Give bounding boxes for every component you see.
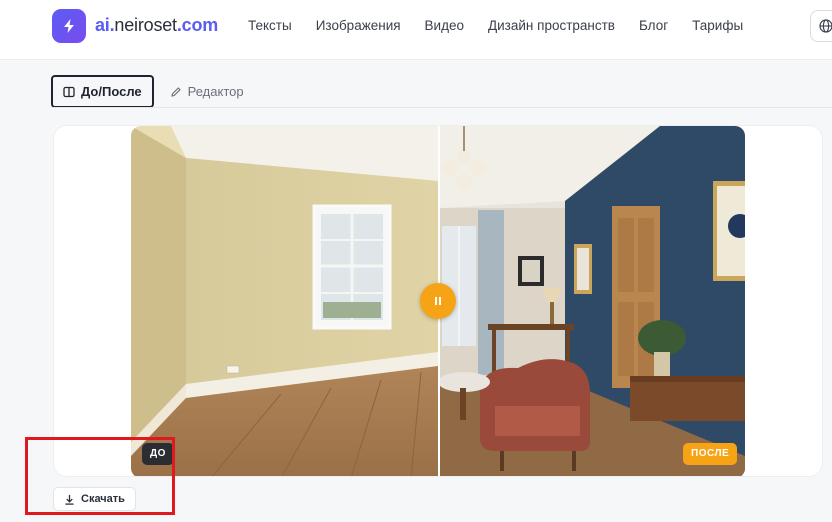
slider-handle[interactable]	[420, 283, 456, 319]
globe-icon	[819, 19, 832, 33]
pause-icon	[435, 297, 441, 305]
nav-item-video[interactable]: Видео	[425, 18, 464, 33]
after-image	[440, 126, 745, 476]
logo-prefix: ai.	[95, 15, 115, 35]
nav-item-space-design[interactable]: Дизайн пространств	[488, 18, 615, 33]
before-after-slider[interactable]: ДО ПОСЛЕ	[131, 126, 745, 476]
nav-item-texts[interactable]: Тексты	[248, 18, 292, 33]
language-button[interactable]	[810, 10, 832, 42]
pencil-icon	[170, 86, 181, 97]
view-tabs: До/После Редактор	[51, 75, 254, 108]
logo-brand: neiroset	[114, 15, 177, 35]
logo-suffix: .com	[176, 15, 219, 35]
nav-item-images[interactable]: Изображения	[316, 18, 401, 33]
after-badge: ПОСЛЕ	[683, 443, 738, 465]
logo-text[interactable]: ai.neiroset.com	[95, 15, 218, 36]
tab-editor[interactable]: Редактор	[160, 75, 254, 108]
split-view-icon	[63, 86, 75, 97]
comparison-card: ДО ПОСЛЕ	[53, 125, 823, 477]
tabs-divider	[51, 107, 832, 108]
tab-before-after-label: До/После	[81, 84, 142, 99]
top-header: ai.neiroset.com Тексты Изображения Видео…	[0, 0, 832, 60]
bolt-icon	[64, 19, 74, 33]
highlight-box	[25, 437, 175, 515]
main-nav: Тексты Изображения Видео Дизайн простран…	[248, 18, 743, 33]
tab-before-after[interactable]: До/После	[51, 75, 154, 108]
tab-editor-label: Редактор	[187, 84, 244, 99]
logo-badge[interactable]	[52, 9, 86, 43]
nav-item-blog[interactable]: Блог	[639, 18, 668, 33]
before-image	[131, 126, 438, 476]
nav-item-pricing[interactable]: Тарифы	[692, 18, 743, 33]
